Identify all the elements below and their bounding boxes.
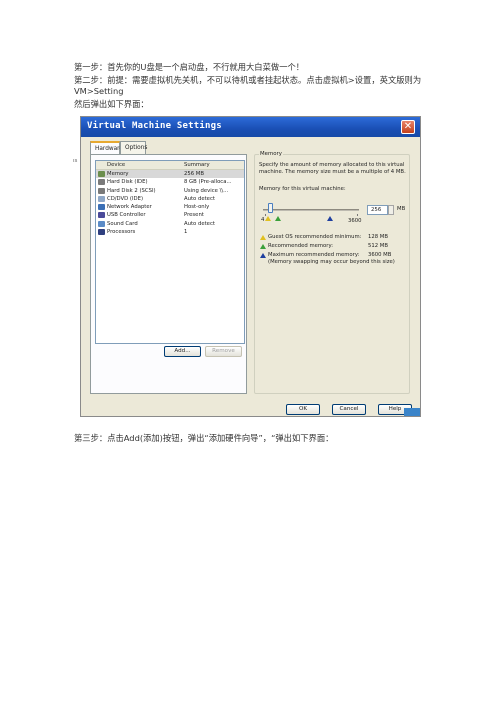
device-list: Memory 256 MB Hard Disk (IDE) 8 GB (Pre-all… [96,170,244,236]
device-name: USB Controller [107,212,146,219]
guest-minimum-marker-icon [265,216,271,221]
table-header: Device Summary [96,161,244,170]
device-summary: Present [184,212,204,219]
device-summary: 256 MB [184,171,204,177]
sound-card-icon [98,220,105,227]
slider-tick [357,214,358,216]
step-three-text: 第三步：点击Add(添加)按钮，弹出“添加硬件向导”，“弹出如下界面： [74,433,334,443]
memory-for-vm-label: Memory for this virtual machine: [259,186,346,192]
memory-description-line1: Specify the amount of memory allocated t… [259,162,405,168]
memory-description-line2: machine. The memory size must be a multi… [259,169,406,175]
device-name: Sound Card [107,220,138,227]
hard-disk-icon [98,179,105,186]
background-fragment: ıs [73,158,78,164]
device-summary: 1 [184,229,188,236]
slider-max-label: 3600 [348,218,362,224]
close-button[interactable]: ✕ [401,120,415,134]
guest-minimum-label: Guest OS recommended minimum: [268,234,362,240]
remove-button[interactable]: Remove [205,346,242,357]
recommended-label: Recommended memory: [268,243,333,249]
table-row[interactable]: Hard Disk 2 (SCSI) Using device \\... [96,187,244,195]
device-summary: Auto detect [184,195,215,202]
watermark-logo [404,408,420,416]
device-summary: Auto detect [184,220,215,227]
device-name: Hard Disk (IDE) [107,179,148,186]
device-table: Device Summary Memory 256 MB Hard Disk (ID… [95,160,245,344]
maximum-value: 3600 MB [368,252,392,258]
recommended-marker-icon [275,216,281,221]
memory-slider-thumb[interactable] [267,203,273,213]
table-row[interactable]: Sound Card Auto detect [96,220,244,228]
table-row[interactable]: CD/DVD (IDE) Auto detect [96,195,244,203]
device-name: Network Adapter [107,204,152,211]
maximum-note: (Memory swapping may occur beyond this s… [268,259,395,265]
guest-minimum-value: 128 MB [368,234,388,240]
close-icon: ✕ [403,121,413,132]
cancel-button[interactable]: Cancel [332,404,366,415]
step-two-continuation: 然后弹出如下界面： [74,99,149,109]
network-adapter-icon [98,204,105,211]
guest-minimum-legend-icon [260,235,266,240]
memory-group: Memory Specify the amount of memory allo… [254,151,410,394]
device-column-header[interactable]: Device [107,161,125,170]
summary-column-header[interactable]: Summary [184,161,210,170]
memory-unit-label: MB [397,206,406,212]
hard-disk-icon [98,187,105,194]
slider-min-label: 4 [261,217,265,223]
maximum-marker-icon [327,216,333,221]
step-one-text: 第一步：首先你的U盘是一个启动盘，不行就用大白菜做一个！ [74,62,305,72]
memory-size-input[interactable]: 256 [367,205,388,215]
maximum-label: Maximum recommended memory: [268,252,360,258]
device-summary: Using device \\... [184,187,229,194]
recommended-legend-icon [260,244,266,249]
memory-group-label: Memory [259,151,283,157]
tab-hardware[interactable]: Hardware [90,141,123,155]
processor-icon [98,229,105,236]
device-summary: 8 GB (Pre-alloca... [184,179,232,186]
device-name: CD/DVD (IDE) [107,195,144,202]
memory-slider-track[interactable] [263,209,359,211]
vm-settings-screenshot: Virtual Machine Settings ✕ Hardware Opti… [80,116,421,417]
table-row[interactable]: USB Controller Present [96,211,244,219]
title-bar: Virtual Machine Settings ✕ [81,117,420,137]
device-name: Processors [107,229,136,236]
cd-dvd-icon [98,195,105,202]
device-summary: Host-only [184,204,210,211]
step-two-text: 第二步：前提：需要虚拟机先关机，不可以待机或者挂起状态。点击虚拟机>设置，英文版… [74,75,422,96]
table-row[interactable]: Memory 256 MB [96,170,244,179]
dialog-title: Virtual Machine Settings [87,121,222,131]
tab-options[interactable]: Options [120,141,147,154]
maximum-legend-icon [260,253,266,258]
recommended-value: 512 MB [368,243,388,249]
hardware-panel: Device Summary Memory 256 MB Hard Disk (ID… [90,154,247,394]
table-row[interactable]: Hard Disk (IDE) 8 GB (Pre-alloca... [96,178,244,186]
table-row[interactable]: Network Adapter Host-only [96,203,244,211]
add-button[interactable]: Add... [164,346,201,357]
table-row[interactable]: Processors 1 [96,228,244,236]
memory-spin-button[interactable] [388,205,394,215]
device-name: Hard Disk 2 (SCSI) [107,187,156,194]
usb-controller-icon [98,212,105,219]
ok-button[interactable]: OK [286,404,320,415]
memory-icon [98,171,105,177]
device-name: Memory [107,171,129,177]
